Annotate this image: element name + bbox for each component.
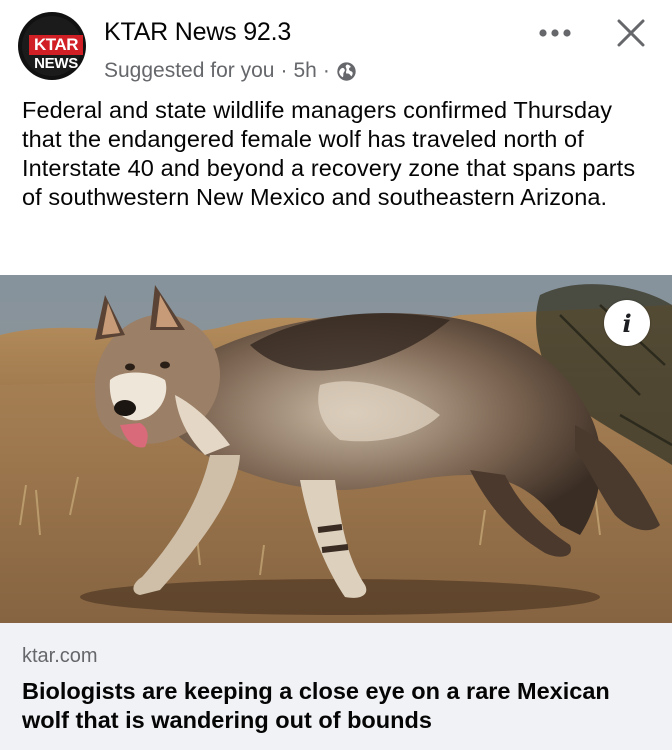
- ktar-logo: KTAR NEWS: [22, 16, 83, 76]
- page-avatar[interactable]: KTAR NEWS: [18, 12, 86, 80]
- media-info-button[interactable]: i: [604, 300, 650, 346]
- wolf-photo[interactable]: i: [0, 275, 672, 623]
- more-options-button[interactable]: [533, 18, 577, 48]
- close-button[interactable]: [612, 14, 650, 52]
- suggested-label: Suggested for you: [104, 59, 275, 82]
- logo-ktar-text: KTAR: [29, 35, 83, 55]
- logo-news-text: NEWS: [34, 55, 78, 72]
- link-headline[interactable]: Biologists are keeping a close eye on a …: [22, 677, 652, 735]
- globe-icon[interactable]: [336, 61, 357, 82]
- meta-separator: ·: [280, 59, 288, 82]
- post-header: KTAR NEWS KTAR News 92.3 Suggested for y…: [0, 0, 672, 90]
- link-domain[interactable]: ktar.com: [22, 645, 98, 668]
- more-horizontal-icon: [539, 29, 571, 37]
- close-icon: [617, 19, 645, 47]
- meta-separator: ·: [322, 59, 330, 82]
- post-meta: Suggested for you · 5h ·: [104, 59, 357, 83]
- post-body-text: Federal and state wildlife managers conf…: [22, 97, 636, 210]
- wolf-photo-image: [0, 275, 672, 623]
- post-timestamp[interactable]: 5h: [293, 59, 316, 83]
- info-icon: i: [622, 308, 632, 338]
- page-name-link[interactable]: KTAR News 92.3: [104, 18, 291, 47]
